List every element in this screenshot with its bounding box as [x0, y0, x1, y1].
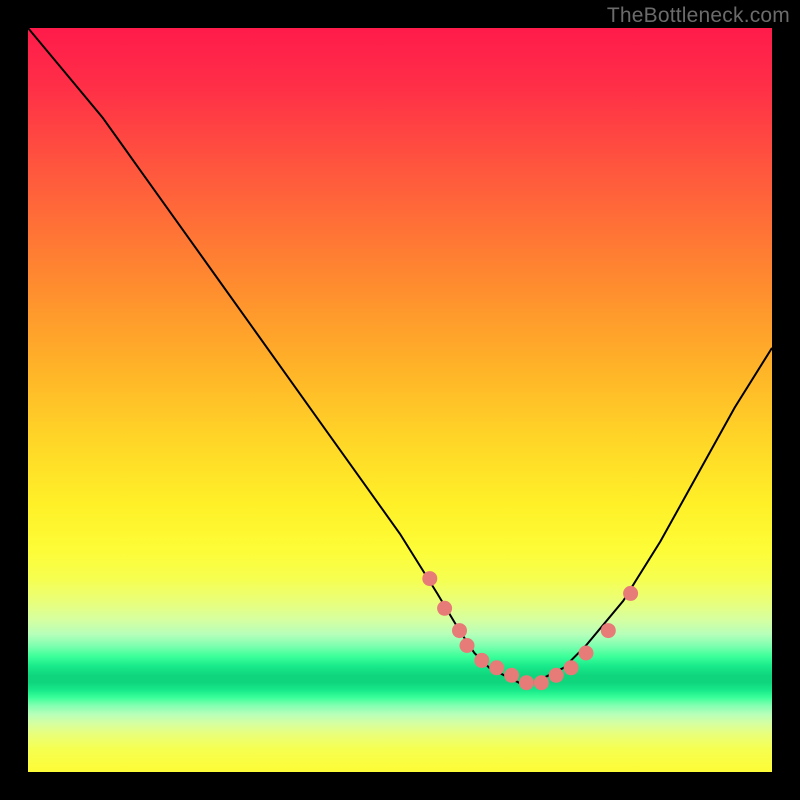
- plot-area: [28, 28, 772, 772]
- valley-dot: [489, 660, 504, 675]
- valley-dot: [437, 601, 452, 616]
- watermark-text: TheBottleneck.com: [607, 4, 790, 28]
- outer-frame: TheBottleneck.com: [0, 0, 800, 800]
- valley-dot: [519, 675, 534, 690]
- valley-dot: [474, 653, 489, 668]
- valley-dot: [579, 646, 594, 661]
- valley-dot: [460, 638, 475, 653]
- valley-dot: [549, 668, 564, 683]
- valley-dot: [623, 586, 638, 601]
- valley-dots-group: [422, 571, 638, 690]
- valley-dot: [564, 660, 579, 675]
- valley-dot: [534, 675, 549, 690]
- bottleneck-curve: [28, 28, 772, 683]
- valley-dot: [452, 623, 467, 638]
- valley-dot: [422, 571, 437, 586]
- valley-dot: [601, 623, 616, 638]
- chart-svg: [28, 28, 772, 772]
- valley-dot: [504, 668, 519, 683]
